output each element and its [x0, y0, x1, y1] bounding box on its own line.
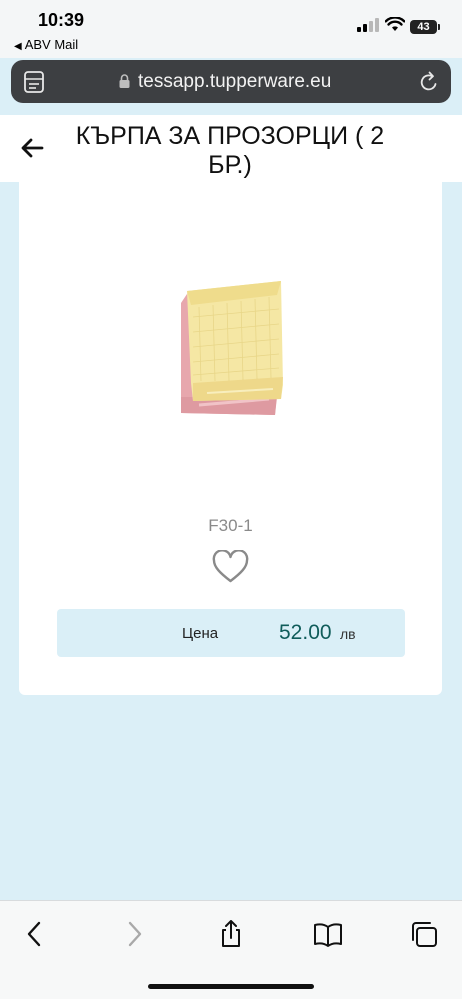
price-currency: лв [340, 626, 356, 642]
arrow-left-icon[interactable] [20, 137, 44, 159]
back-to-app-link[interactable]: ◀ ABV Mail [14, 37, 78, 52]
reload-icon[interactable] [419, 71, 439, 93]
product-image[interactable] [169, 277, 289, 422]
chevron-left-icon[interactable] [20, 920, 50, 948]
battery-indicator: 43 [410, 20, 440, 34]
product-card[interactable]: F30-1 Цена 52.00 лв [19, 182, 442, 695]
page-menu-icon[interactable] [24, 71, 44, 93]
price-label: Цена [182, 625, 219, 642]
price-box: Цена 52.00 лв [57, 609, 405, 657]
cellular-signal-icon [357, 18, 379, 32]
status-bar: 10:39 ◀ ABV Mail 43 [0, 0, 462, 58]
book-icon[interactable] [313, 920, 343, 948]
url-text[interactable]: tessapp.tupperware.eu [138, 71, 331, 93]
product-sku: F30-1 [208, 516, 253, 535]
page-header: КЪРПА ЗА ПРОЗОРЦИ ( 2 БР.) [0, 115, 462, 182]
heart-outline-icon[interactable] [212, 550, 249, 584]
address-bar[interactable]: tessapp.tupperware.eu [11, 60, 451, 103]
wifi-icon [385, 17, 405, 31]
browser-toolbar [0, 900, 462, 999]
home-indicator [148, 984, 314, 989]
lock-icon [119, 74, 130, 88]
status-time: 10:39 [38, 10, 85, 30]
back-triangle-icon: ◀ [14, 41, 22, 52]
page-title: КЪРПА ЗА ПРОЗОРЦИ ( 2 БР.) [75, 122, 385, 179]
chevron-right-icon[interactable] [120, 920, 150, 948]
back-app-label: ABV Mail [24, 37, 79, 52]
share-icon[interactable] [216, 920, 246, 948]
price-value: 52.00 [279, 621, 332, 644]
tabs-icon[interactable] [410, 920, 440, 948]
